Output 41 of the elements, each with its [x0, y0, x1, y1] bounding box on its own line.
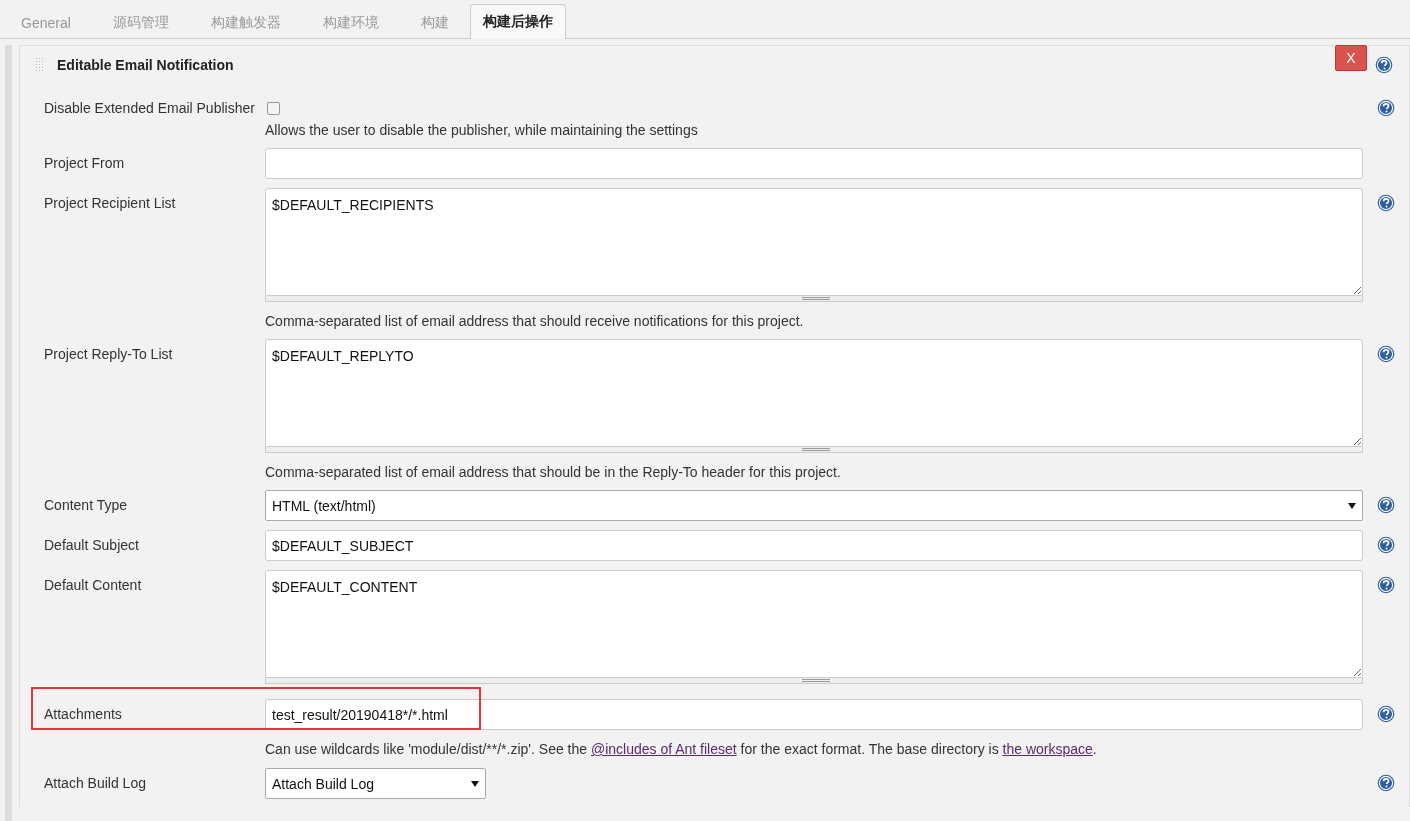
help-text: Comma-separated list of email address that should receive notifications for this project. — [265, 312, 805, 330]
link[interactable]: @includes of Ant fileset — [590, 741, 737, 757]
help-icon[interactable] — [1377, 99, 1395, 117]
resize-handle[interactable] — [265, 678, 1363, 684]
field-label: Project Reply-To List — [44, 345, 173, 363]
field-label: Disable Extended Email Publisher — [44, 99, 255, 117]
field-label: Project Recipient List — [44, 194, 176, 212]
help-text: Comma-separated list of email address that should be in the Reply-To header for this project. — [265, 463, 842, 481]
caret-icon — [471, 780, 479, 787]
help-icon[interactable] — [1377, 576, 1395, 594]
link[interactable]: the workspace — [1002, 741, 1093, 757]
field-label: Content Type — [44, 496, 128, 514]
text-field[interactable]: test_result/20190418*/*.html — [265, 699, 1363, 730]
field-label: Attachments — [44, 705, 122, 723]
text-field[interactable] — [265, 148, 1363, 179]
section-title: Editable Email Notification — [57, 57, 234, 73]
help-icon[interactable] — [1377, 536, 1395, 554]
text-area[interactable]: $DEFAULT_RECIPIENTS — [265, 188, 1363, 296]
delete-button[interactable]: X — [1335, 45, 1367, 71]
dropdown[interactable]: HTML (text/html) — [265, 490, 1363, 521]
help-icon[interactable] — [1377, 774, 1395, 792]
help-icon[interactable] — [1377, 345, 1395, 363]
resize-handle[interactable] — [265, 296, 1363, 302]
resize-handle[interactable] — [265, 447, 1363, 453]
checkbox[interactable] — [266, 102, 280, 115]
help-icon[interactable] — [1375, 56, 1393, 74]
field-label: Default Subject — [44, 536, 139, 554]
text-area[interactable]: $DEFAULT_CONTENT — [265, 570, 1363, 678]
field-label: Attach Build Log — [44, 774, 146, 792]
caret-icon — [1348, 502, 1356, 509]
text-field[interactable]: $DEFAULT_SUBJECT — [265, 530, 1363, 561]
text-area[interactable]: $DEFAULT_REPLYTO — [265, 339, 1363, 447]
help-icon[interactable] — [1377, 705, 1395, 723]
field-label: Project From — [44, 154, 125, 172]
tab[interactable]: 构建后操作 — [469, 4, 566, 39]
help-icon[interactable] — [1377, 496, 1395, 514]
help-text: Can use wildcards like 'module/dist/**/*.zip'. See the @includes of Ant fileset for the exact format. The base directory is the workspace. — [265, 740, 1098, 758]
field-label: Default Content — [44, 576, 142, 594]
dropdown[interactable]: Attach Build Log — [265, 768, 486, 799]
help-text: Allows the user to disable the publisher, while maintaining the settings — [265, 121, 699, 139]
help-icon[interactable] — [1377, 194, 1395, 212]
